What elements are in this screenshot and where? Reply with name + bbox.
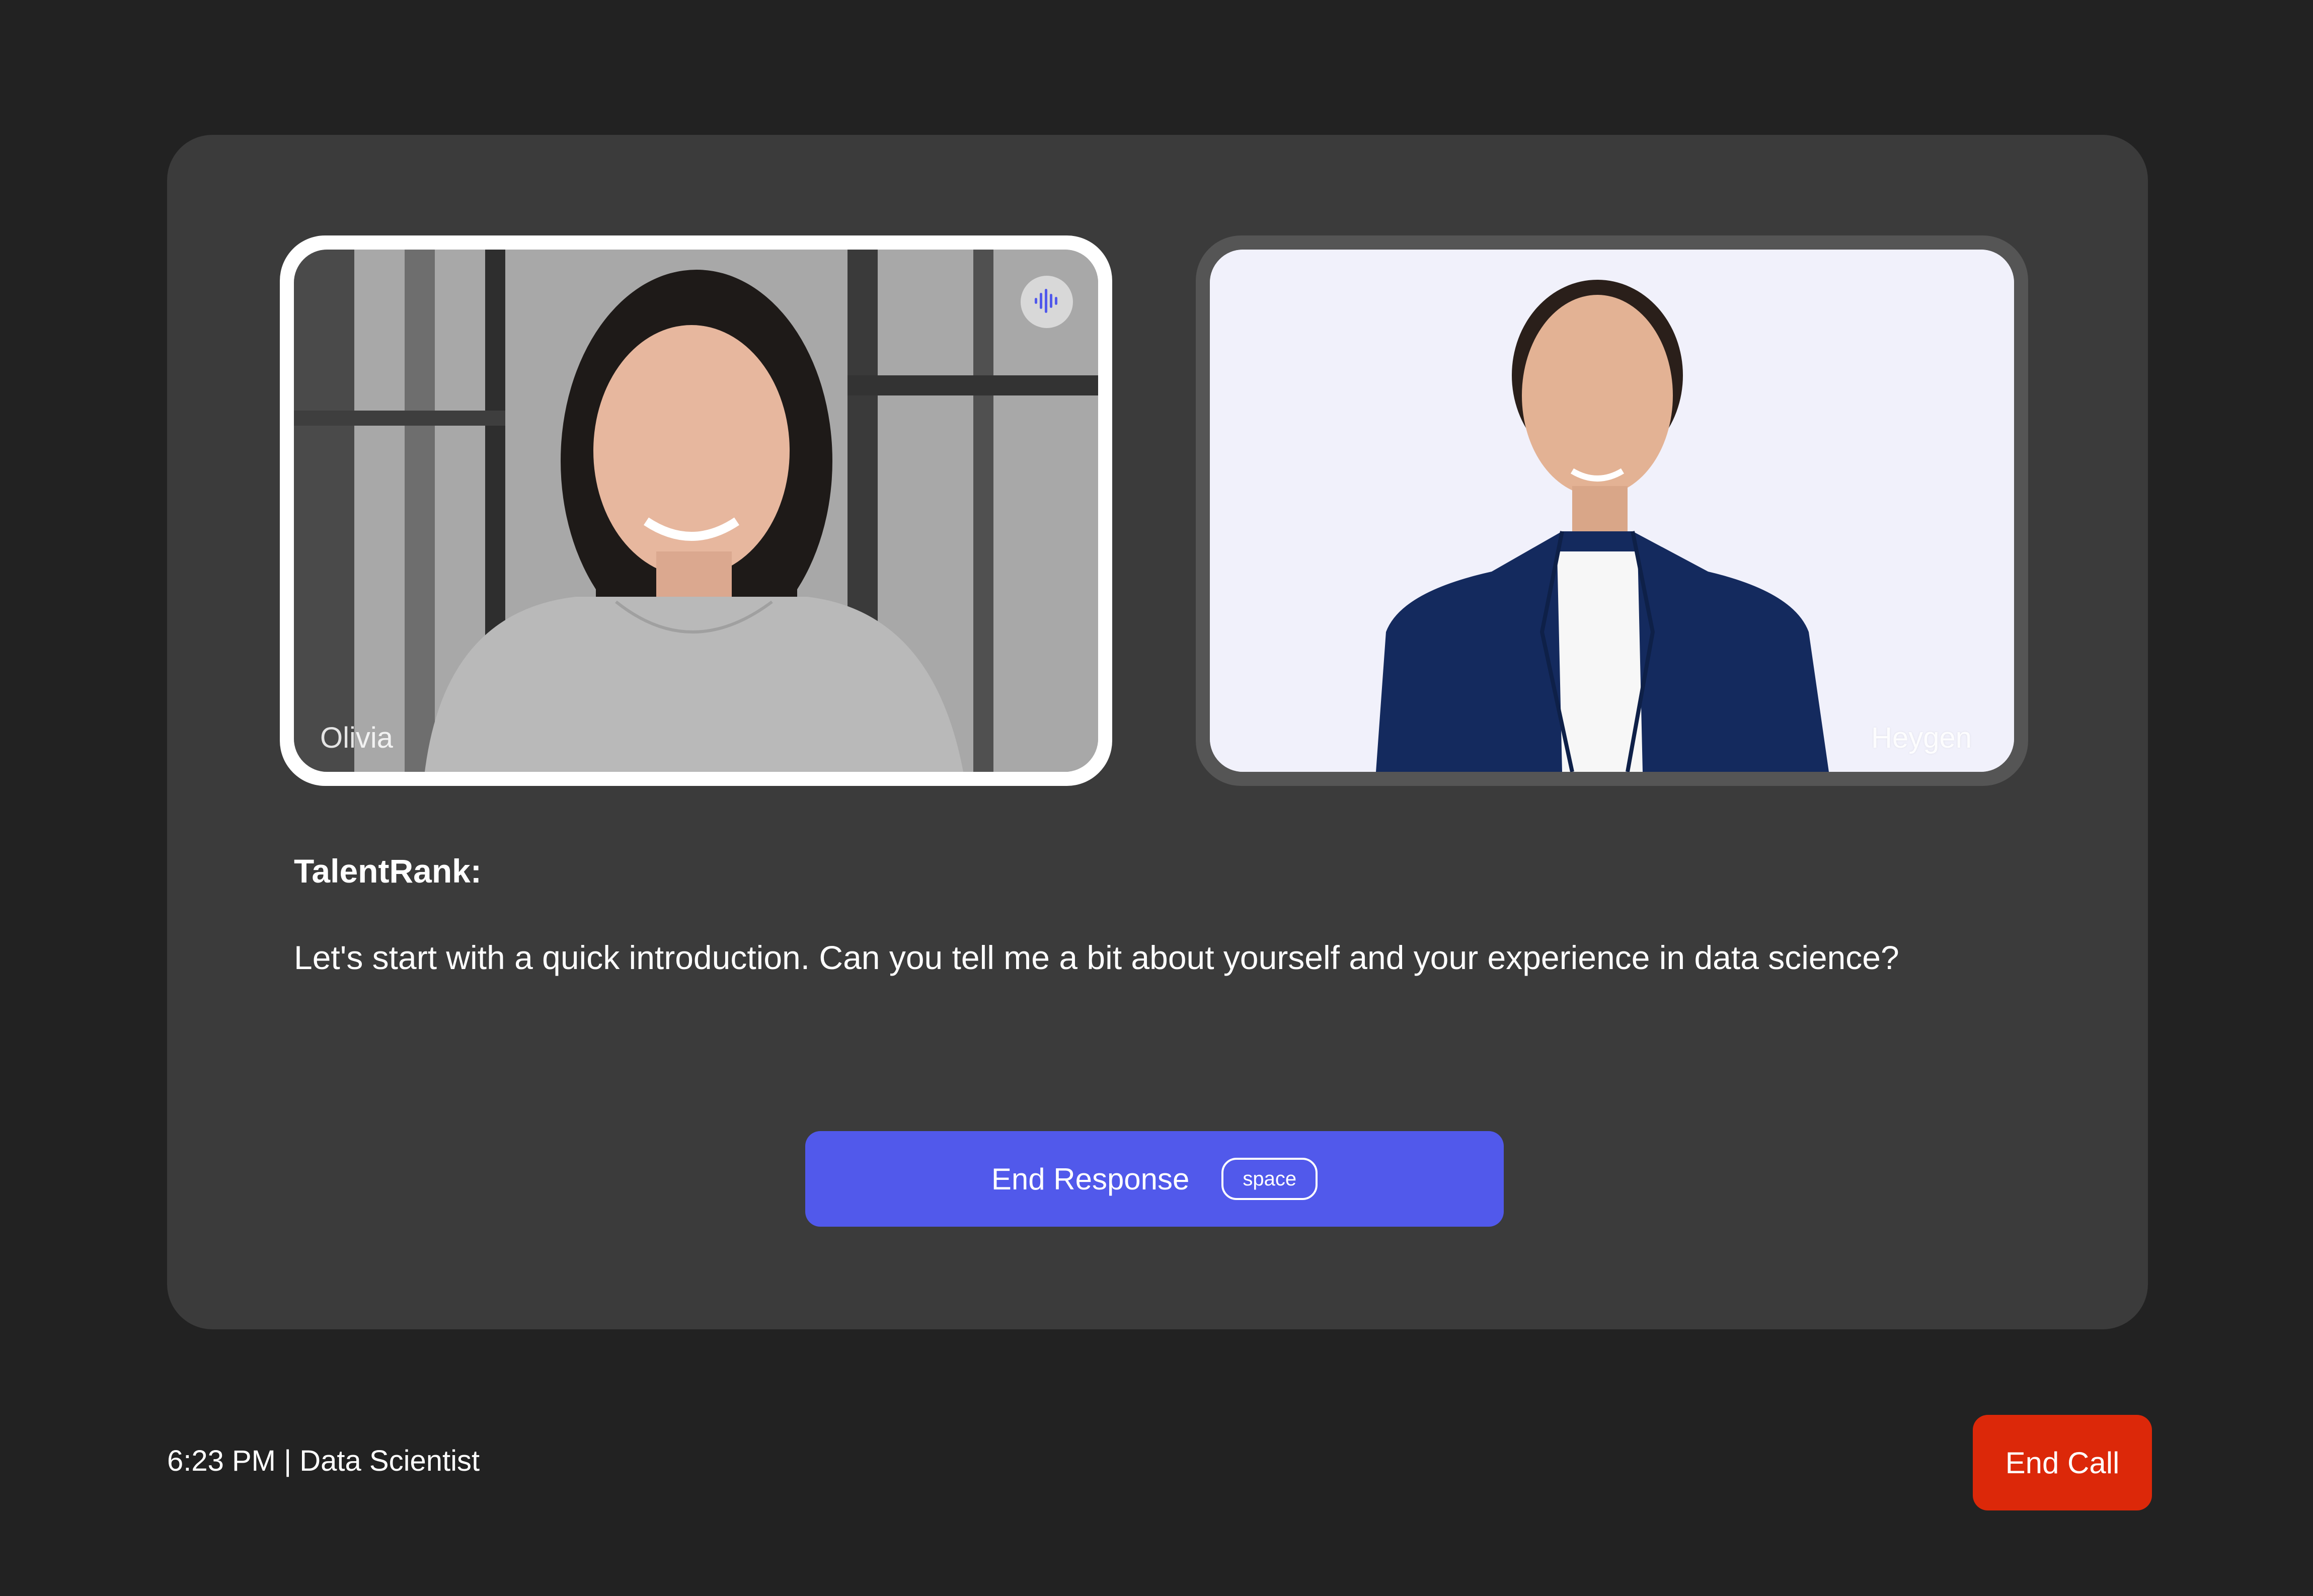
user-video-feed: Olivia	[294, 250, 1098, 772]
user-video-image	[294, 250, 1098, 772]
speaking-indicator	[1021, 276, 1073, 328]
interview-screen: Olivia Heygen TalentRank: Let's start wi…	[0, 0, 2313, 1596]
audio-wave-icon	[1032, 286, 1062, 318]
ai-video-tile: Heygen	[1196, 235, 2028, 786]
ai-video-feed: Heygen	[1210, 250, 2014, 772]
call-panel: Olivia Heygen TalentRank: Let's start wi…	[167, 135, 2148, 1329]
end-call-button[interactable]: End Call	[1973, 1415, 2152, 1510]
ai-avatar-image	[1210, 250, 2014, 772]
user-video-tile: Olivia	[280, 235, 1112, 786]
transcript-speaker: TalentRank:	[294, 852, 482, 890]
user-name-label: Olivia	[320, 722, 394, 754]
end-response-label: End Response	[991, 1162, 1190, 1196]
ai-name-label: Heygen	[1871, 722, 1972, 754]
end-response-button[interactable]: End Response space	[805, 1131, 1504, 1227]
keyboard-shortcut-badge: space	[1221, 1158, 1318, 1200]
transcript-message: Let's start with a quick introduction. C…	[294, 939, 1899, 976]
call-status-text: 6:23 PM | Data Scientist	[167, 1445, 480, 1477]
